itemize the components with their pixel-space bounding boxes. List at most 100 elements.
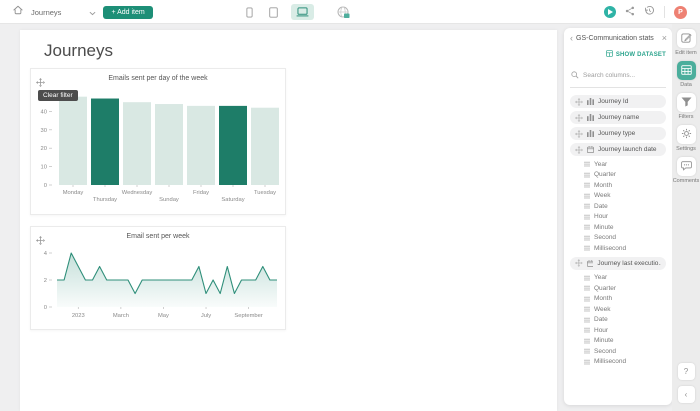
column-subitem-date[interactable]: Date bbox=[584, 315, 672, 326]
help-button[interactable]: ? bbox=[678, 363, 695, 380]
add-item-button[interactable]: + Add item bbox=[103, 6, 152, 19]
column-pill-journey-id[interactable]: Journey Id bbox=[570, 95, 666, 108]
bar-thursday[interactable] bbox=[91, 99, 119, 185]
back-icon[interactable]: ‹ bbox=[570, 34, 573, 42]
column-subitem-hour[interactable]: Hour bbox=[584, 325, 672, 336]
column-subitem-quarter[interactable]: Quarter bbox=[584, 170, 672, 181]
column-subitem-second[interactable]: Second bbox=[584, 233, 672, 244]
share-icon[interactable] bbox=[625, 3, 635, 21]
topbar: Journeys + Add item P bbox=[0, 0, 700, 24]
level-icon bbox=[584, 245, 590, 251]
svg-text:Monday: Monday bbox=[63, 190, 84, 196]
drag-icon bbox=[575, 114, 583, 122]
dataset-title: GS-Communication stats bbox=[576, 34, 659, 43]
column-subitem-millisecond[interactable]: Millisecond bbox=[584, 243, 672, 254]
column-subitem-date[interactable]: Date bbox=[584, 201, 672, 212]
svg-text:Tuesday: Tuesday bbox=[254, 190, 276, 196]
column-subitem-week[interactable]: Week bbox=[584, 304, 672, 315]
column-subitem-month[interactable]: Month bbox=[584, 294, 672, 305]
move-handle-icon[interactable] bbox=[36, 232, 45, 250]
hierarchy-icon bbox=[587, 130, 594, 137]
svg-text:Wednesday: Wednesday bbox=[122, 190, 153, 196]
collapse-panel-button[interactable]: ‹ bbox=[678, 386, 695, 403]
column-pill-journey-name[interactable]: Journey name bbox=[570, 111, 666, 124]
search-columns-input[interactable] bbox=[583, 72, 663, 79]
rail-item-data: Data bbox=[672, 61, 700, 88]
line-chart[interactable]: 0242023MarchMayJulySeptember bbox=[31, 243, 285, 327]
svg-text:2: 2 bbox=[44, 278, 47, 284]
hierarchy-icon bbox=[587, 114, 594, 121]
drag-icon bbox=[575, 130, 583, 138]
level-icon bbox=[584, 348, 590, 354]
bar-friday[interactable] bbox=[187, 106, 215, 185]
laptop-view-icon[interactable] bbox=[291, 4, 314, 20]
board-select[interactable]: Journeys bbox=[31, 3, 96, 21]
bar-tuesday[interactable] bbox=[251, 108, 279, 185]
bar-saturday[interactable] bbox=[219, 106, 247, 185]
search-columns-box[interactable] bbox=[570, 63, 666, 88]
rail-label: Settings bbox=[676, 146, 696, 152]
line-chart-title: Email sent per week bbox=[31, 227, 285, 240]
column-pill-journey-launch-date[interactable]: Journey launch date bbox=[570, 143, 666, 156]
svg-text:Saturday: Saturday bbox=[221, 197, 244, 203]
bar-chart[interactable]: 010203040MondayThursdayWednesdaySundayFr… bbox=[31, 85, 285, 213]
column-subitem-quarter[interactable]: Quarter bbox=[584, 283, 672, 294]
line-chart-card[interactable]: Email sent per week 0242023MarchMayJulyS… bbox=[30, 226, 286, 330]
bar-wednesday[interactable] bbox=[123, 102, 151, 185]
column-subitem-year[interactable]: Year bbox=[584, 159, 672, 170]
column-subitem-minute[interactable]: Minute bbox=[584, 222, 672, 233]
column-pill-journey-last-executio[interactable]: Journey last executio... bbox=[570, 257, 666, 270]
home-icon[interactable] bbox=[12, 3, 24, 21]
gear-icon bbox=[681, 126, 692, 144]
level-icon bbox=[584, 327, 590, 333]
column-subitem-year[interactable]: Year bbox=[584, 273, 672, 284]
show-dataset-link[interactable]: SHOW DATASET bbox=[564, 45, 672, 63]
level-icon bbox=[584, 359, 590, 365]
filters-button[interactable] bbox=[677, 93, 696, 112]
history-icon[interactable] bbox=[644, 3, 655, 21]
page-title: Journeys bbox=[20, 30, 557, 61]
rail-item-settings: Settings bbox=[672, 125, 700, 152]
present-play-icon[interactable] bbox=[604, 6, 616, 18]
close-icon[interactable]: × bbox=[662, 34, 667, 42]
comments-button[interactable] bbox=[677, 157, 696, 176]
settings-button[interactable] bbox=[677, 125, 696, 144]
svg-text:2023: 2023 bbox=[72, 313, 85, 319]
level-icon bbox=[584, 182, 590, 188]
level-icon bbox=[584, 306, 590, 312]
column-subitem-millisecond[interactable]: Millisecond bbox=[584, 357, 672, 368]
level-icon bbox=[584, 224, 590, 230]
svg-text:March: March bbox=[113, 313, 129, 319]
bar-sunday[interactable] bbox=[155, 104, 183, 185]
dashboard-canvas: Journeys Emails sent per day of the week… bbox=[20, 30, 557, 411]
user-avatar[interactable]: P bbox=[674, 6, 687, 19]
column-subitem-second[interactable]: Second bbox=[584, 346, 672, 357]
tablet-view-icon[interactable] bbox=[266, 5, 281, 20]
rail-item-comments: Comments bbox=[672, 157, 700, 184]
level-icon bbox=[584, 214, 590, 220]
drag-icon bbox=[575, 98, 583, 106]
board-name: Journeys bbox=[31, 8, 61, 17]
mobile-view-icon[interactable] bbox=[243, 5, 256, 20]
data-button[interactable] bbox=[677, 61, 696, 80]
column-subitem-minute[interactable]: Minute bbox=[584, 336, 672, 347]
level-icon bbox=[584, 285, 590, 291]
clear-filter-button[interactable]: Clear filter bbox=[38, 90, 78, 101]
drag-icon bbox=[575, 146, 583, 154]
edit-item-button[interactable] bbox=[677, 29, 696, 48]
level-icon bbox=[584, 161, 590, 167]
column-pill-journey-type[interactable]: Journey type bbox=[570, 127, 666, 140]
comment-icon bbox=[681, 158, 692, 176]
column-subitem-month[interactable]: Month bbox=[584, 180, 672, 191]
datetime-icon bbox=[587, 146, 594, 153]
level-icon bbox=[584, 275, 590, 281]
svg-text:0: 0 bbox=[44, 183, 47, 189]
column-subitem-hour[interactable]: Hour bbox=[584, 212, 672, 223]
bar-chart-card[interactable]: Emails sent per day of the week Clear fi… bbox=[30, 68, 286, 215]
search-icon bbox=[571, 66, 579, 84]
column-subitem-week[interactable]: Week bbox=[584, 191, 672, 202]
rail-label: Filters bbox=[679, 114, 694, 120]
screen-size-icon[interactable] bbox=[334, 4, 353, 21]
bar-monday[interactable] bbox=[59, 97, 87, 185]
rail-label: Comments bbox=[673, 178, 700, 184]
